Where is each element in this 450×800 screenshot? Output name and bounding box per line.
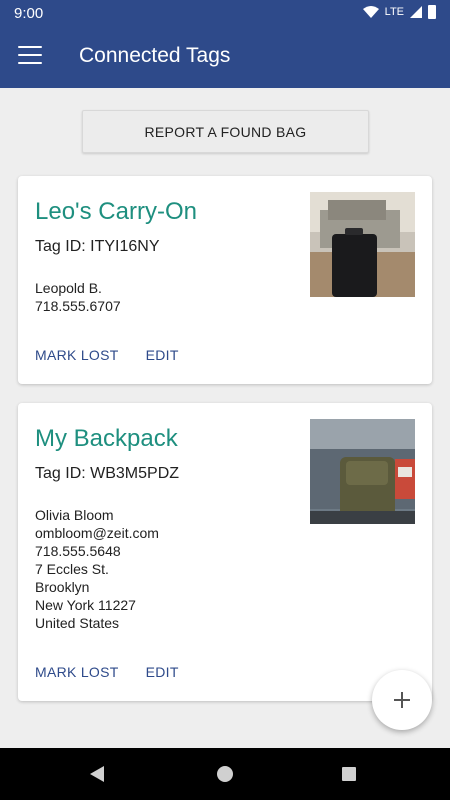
edit-button[interactable]: EDIT bbox=[146, 664, 179, 680]
contact-line: 718.555.6707 bbox=[35, 298, 121, 314]
status-bar: 9:00 LTE bbox=[0, 0, 450, 26]
wifi-icon bbox=[362, 6, 379, 18]
contact-info: Leopold B. 718.555.6707 bbox=[35, 279, 121, 315]
status-icons: LTE bbox=[362, 5, 436, 19]
plus-icon bbox=[394, 692, 410, 708]
tag-id: Tag ID: ITYI16NY bbox=[35, 238, 160, 255]
report-found-bag-button[interactable]: REPORT A FOUND BAG bbox=[82, 110, 369, 153]
mark-lost-button[interactable]: MARK LOST bbox=[35, 347, 119, 363]
contact-line: Olivia Bloom bbox=[35, 507, 114, 523]
battery-icon bbox=[428, 5, 436, 19]
signal-icon bbox=[410, 6, 422, 18]
tag-card: My Backpack Tag ID: WB3M5PDZ Olivia Bloo… bbox=[18, 403, 432, 701]
contact-line: 718.555.5648 bbox=[35, 543, 121, 559]
card-title: Leo's Carry-On bbox=[35, 198, 197, 225]
home-icon[interactable] bbox=[217, 766, 233, 782]
contact-line: United States bbox=[35, 615, 120, 631]
add-tag-button[interactable] bbox=[372, 670, 432, 730]
recents-icon[interactable] bbox=[342, 767, 356, 781]
contact-info: Olivia Bloom ombloom@zeit.com 718.555.56… bbox=[35, 506, 159, 632]
contact-line: 7 Eccles St. bbox=[35, 561, 109, 577]
card-title: My Backpack bbox=[35, 425, 178, 452]
bag-photo bbox=[310, 419, 415, 524]
card-actions: MARK LOST EDIT bbox=[35, 664, 179, 680]
card-actions: MARK LOST EDIT bbox=[35, 347, 179, 363]
edit-button[interactable]: EDIT bbox=[146, 347, 179, 363]
hamburger-menu-icon[interactable] bbox=[18, 46, 42, 66]
app-bar: Connected Tags bbox=[0, 26, 450, 88]
network-type-label: LTE bbox=[384, 6, 404, 18]
back-icon[interactable] bbox=[90, 766, 106, 782]
bag-photo bbox=[310, 192, 415, 297]
contact-line: ombloom@zeit.com bbox=[35, 525, 159, 541]
contact-line: Leopold B. bbox=[35, 280, 102, 296]
mark-lost-button[interactable]: MARK LOST bbox=[35, 664, 119, 680]
tag-card: Leo's Carry-On Tag ID: ITYI16NY Leopold … bbox=[18, 176, 432, 384]
system-nav-bar bbox=[0, 748, 450, 800]
status-time: 9:00 bbox=[14, 5, 44, 22]
page-title: Connected Tags bbox=[79, 44, 231, 67]
contact-line: New York 11227 bbox=[35, 597, 136, 613]
tag-id: Tag ID: WB3M5PDZ bbox=[35, 465, 180, 482]
contact-line: Brooklyn bbox=[35, 579, 90, 595]
